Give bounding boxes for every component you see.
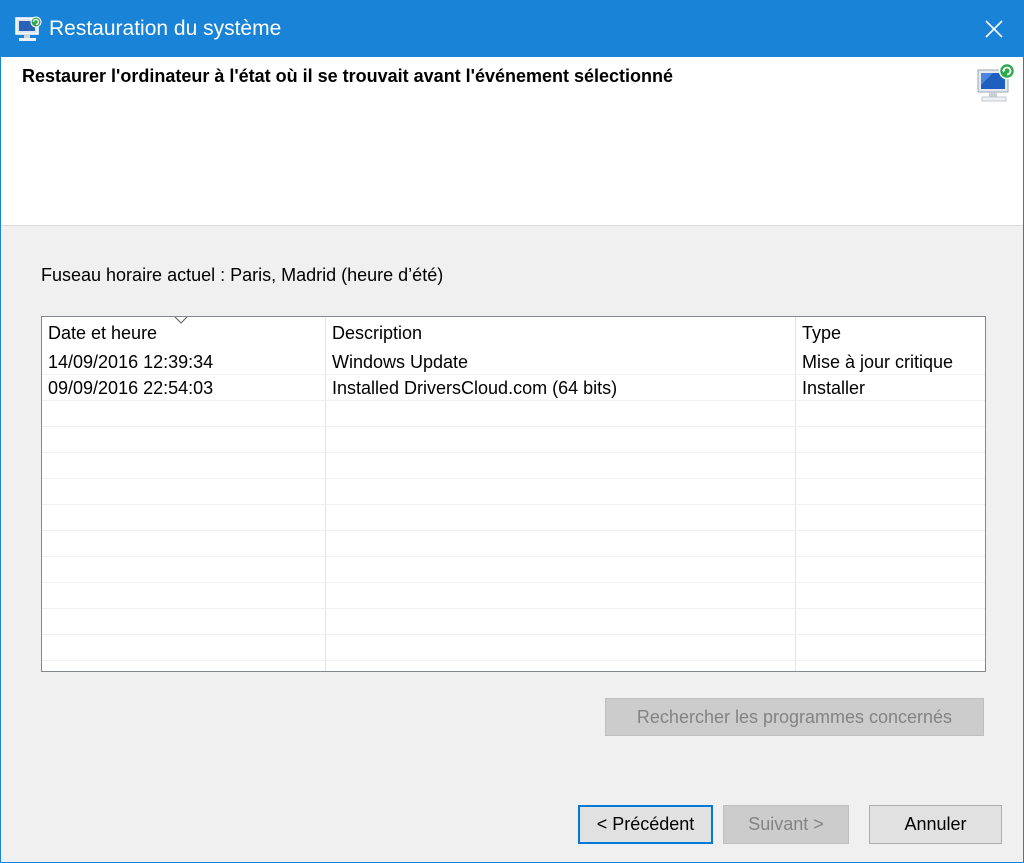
empty-table-row bbox=[42, 479, 985, 505]
title-bar[interactable]: Restauration du système bbox=[1, 1, 1023, 57]
timezone-value: Paris, Madrid (heure d’été) bbox=[230, 265, 444, 285]
page-title: Restaurer l'ordinateur à l'état où il se… bbox=[22, 66, 674, 86]
cell-type: Installer bbox=[802, 378, 866, 398]
restore-points-list[interactable]: Date et heure Description Type 14/09/201… bbox=[41, 316, 986, 672]
empty-table-row bbox=[42, 427, 985, 453]
system-restore-window: Restauration du système Restaurer l'ordi… bbox=[0, 0, 1024, 863]
list-header: Date et heure Description Type bbox=[42, 317, 985, 347]
column-header-description[interactable]: Description bbox=[326, 317, 796, 347]
cell-description: Windows Update bbox=[332, 352, 469, 372]
empty-table-row bbox=[42, 505, 985, 531]
scan-affected-programs-button[interactable]: Rechercher les programmes concernés bbox=[605, 698, 984, 736]
cell-type: Mise à jour critique bbox=[802, 352, 954, 372]
system-restore-icon bbox=[977, 62, 1016, 102]
previous-button-label: < Précédent bbox=[596, 814, 695, 834]
column-header-type-label: Type bbox=[802, 323, 842, 343]
empty-table-row bbox=[42, 401, 985, 427]
previous-button[interactable]: < Précédent bbox=[578, 805, 713, 844]
cancel-button[interactable]: Annuler bbox=[869, 805, 1002, 844]
timezone-text: Fuseau horaire actuel : Paris, Madrid (h… bbox=[41, 263, 443, 287]
cell-description: Installed DriversCloud.com (64 bits) bbox=[332, 378, 618, 398]
cell-date: 14/09/2016 12:39:34 bbox=[48, 352, 214, 372]
next-button[interactable]: Suivant > bbox=[723, 805, 849, 844]
next-button-label: Suivant > bbox=[748, 814, 824, 834]
timezone-label: Fuseau horaire actuel : bbox=[41, 265, 231, 285]
table-row[interactable]: 09/09/2016 22:54:03 Installed DriversClou… bbox=[42, 375, 985, 401]
close-icon bbox=[985, 20, 1003, 38]
empty-table-row bbox=[42, 531, 985, 557]
system-restore-icon bbox=[15, 16, 42, 41]
close-button[interactable] bbox=[965, 1, 1023, 57]
window-title: Restauration du système bbox=[49, 17, 282, 40]
cell-date: 09/09/2016 22:54:03 bbox=[48, 378, 214, 398]
empty-table-row bbox=[42, 609, 985, 635]
empty-table-row bbox=[42, 635, 985, 661]
empty-table-row bbox=[42, 557, 985, 583]
scan-button-label: Rechercher les programmes concernés bbox=[636, 707, 953, 727]
wizard-header: Restaurer l'ordinateur à l'état où il se… bbox=[1, 57, 1023, 226]
column-header-description-label: Description bbox=[332, 323, 423, 343]
empty-table-row bbox=[42, 453, 985, 479]
cancel-button-label: Annuler bbox=[904, 814, 967, 834]
column-header-type[interactable]: Type bbox=[796, 317, 985, 347]
chevron-down-icon bbox=[174, 317, 188, 324]
column-header-date[interactable]: Date et heure bbox=[42, 317, 326, 347]
table-row[interactable]: 14/09/2016 12:39:34 Windows Update Mise à … bbox=[42, 349, 985, 375]
column-header-date-label: Date et heure bbox=[48, 323, 158, 343]
empty-table-row bbox=[42, 583, 985, 609]
